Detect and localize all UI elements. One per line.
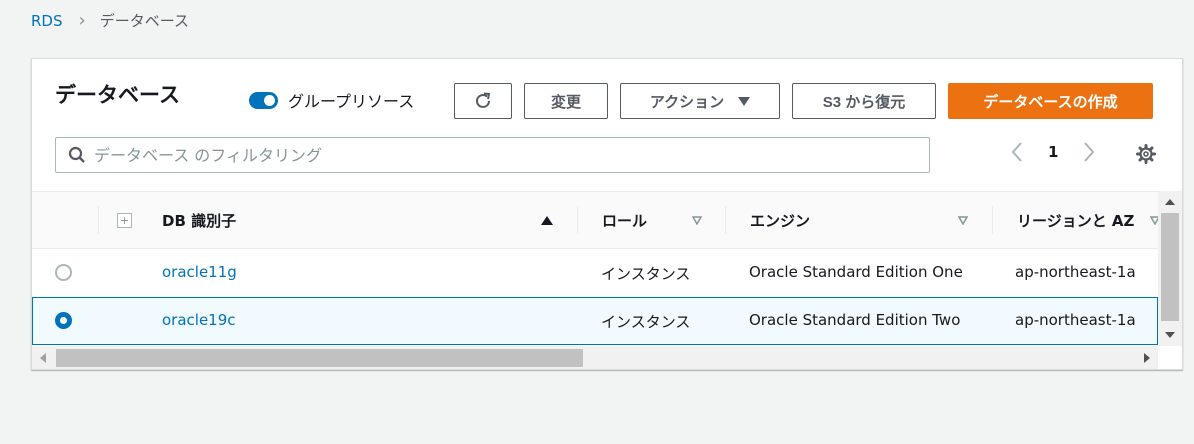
scroll-down-icon[interactable]	[1165, 332, 1175, 338]
sort-asc-icon[interactable]	[541, 216, 553, 225]
row-radio-selected[interactable]	[55, 312, 72, 329]
filter-input[interactable]	[94, 145, 894, 165]
horizontal-scroll-thumb[interactable]	[56, 349, 583, 367]
header-region-az[interactable]: リージョンと AZ	[1017, 210, 1134, 231]
vertical-scrollbar[interactable]	[1158, 191, 1182, 346]
page-number[interactable]: 1	[1048, 143, 1058, 161]
region-cell: ap-northeast-1a	[1015, 263, 1136, 281]
db-identifier-link[interactable]: oracle19c	[162, 311, 236, 329]
header-role[interactable]: ロール	[602, 210, 647, 231]
actions-dropdown[interactable]: アクション	[620, 83, 780, 119]
header-engine[interactable]: エンジン	[750, 210, 810, 231]
db-identifier-link[interactable]: oracle11g	[162, 263, 237, 281]
caret-down-icon	[738, 96, 751, 106]
databases-panel: データベース グループリソース 変更 アクション S3 から復元 データベースの…	[31, 58, 1183, 370]
actions-label: アクション	[649, 93, 725, 111]
toggle-switch[interactable]	[249, 91, 278, 109]
header-db-identifier[interactable]: DB 識別子	[162, 210, 236, 231]
table-row[interactable]: oracle19c インスタンス Oracle Standard Edition…	[32, 297, 1158, 345]
breadcrumb-rds-link[interactable]: RDS	[31, 12, 63, 30]
row-radio[interactable]	[55, 264, 72, 281]
column-separator	[992, 206, 993, 234]
column-separator	[577, 206, 578, 234]
column-separator	[98, 206, 99, 234]
chevron-right-icon[interactable]	[1082, 141, 1096, 163]
scroll-up-icon[interactable]	[1165, 199, 1175, 205]
modify-button[interactable]: 変更	[524, 83, 608, 119]
role-cell: インスタンス	[601, 313, 691, 331]
scroll-right-icon[interactable]	[1144, 353, 1150, 363]
role-cell: インスタンス	[601, 265, 691, 283]
scroll-left-icon[interactable]	[40, 353, 46, 363]
filter-search-box[interactable]	[55, 137, 930, 173]
region-cell: ap-northeast-1a	[1015, 311, 1136, 329]
expand-all-icon[interactable]: +	[117, 213, 132, 228]
sort-toggle-icon[interactable]	[1150, 216, 1158, 225]
toggle-label: グループリソース	[288, 92, 415, 111]
pagination: 1	[1010, 141, 1096, 163]
restore-from-s3-button[interactable]: S3 から復元	[792, 83, 936, 119]
breadcrumb-current: データベース	[99, 12, 189, 30]
engine-cell: Oracle Standard Edition Two	[749, 311, 961, 329]
toggle-knob	[264, 94, 275, 106]
engine-cell: Oracle Standard Edition One	[749, 263, 963, 281]
vertical-scroll-thumb[interactable]	[1161, 213, 1179, 321]
breadcrumb-separator-icon: ›	[78, 10, 86, 31]
sort-toggle-icon[interactable]	[958, 216, 968, 225]
create-database-button[interactable]: データベースの作成	[948, 83, 1153, 119]
table-row[interactable]: oracle11g インスタンス Oracle Standard Edition…	[32, 249, 1158, 297]
horizontal-scrollbar[interactable]	[32, 346, 1158, 369]
table-header: + DB 識別子 ロール エンジン リージョンと AZ	[32, 191, 1158, 249]
refresh-button[interactable]	[454, 83, 512, 119]
databases-table: + DB 識別子 ロール エンジン リージョンと AZ oracle11g イン…	[32, 191, 1158, 346]
breadcrumb: RDS › データベース	[31, 10, 189, 31]
chevron-left-icon[interactable]	[1010, 141, 1024, 163]
panel-title: データベース	[55, 83, 180, 107]
sort-toggle-icon[interactable]	[692, 216, 702, 225]
refresh-icon	[476, 92, 491, 108]
column-separator	[725, 206, 726, 234]
group-resources-toggle[interactable]: グループリソース	[249, 88, 414, 112]
search-icon	[68, 146, 85, 163]
gear-icon[interactable]	[1135, 143, 1157, 165]
